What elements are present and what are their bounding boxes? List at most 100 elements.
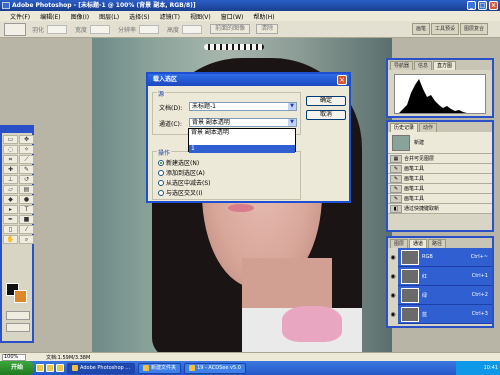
resolution-field[interactable] — [139, 24, 160, 34]
lasso-tool-icon[interactable]: ◌ — [3, 145, 18, 154]
tab-info[interactable]: 信息 — [414, 61, 433, 70]
tool-preset-picker[interactable] — [4, 22, 26, 36]
menu-edit[interactable]: 编辑(E) — [40, 12, 60, 21]
history-step[interactable]: ✎ 画笔工具 — [388, 164, 492, 174]
start-button[interactable]: 开始 — [0, 361, 34, 375]
pen-tool-icon[interactable]: ✒ — [3, 215, 18, 224]
clear-button[interactable]: 清除 — [256, 24, 279, 34]
crop-tool-icon[interactable]: ⌗ — [3, 155, 18, 164]
history-brush-icon[interactable]: ↺ — [19, 175, 34, 184]
zoom-field[interactable]: 100% — [2, 353, 26, 361]
minimize-button[interactable]: _ — [467, 1, 476, 10]
quick-launch-icon[interactable] — [36, 364, 44, 372]
tab-brushes[interactable]: 画笔 — [411, 23, 430, 35]
tab-channels[interactable]: 通道 — [409, 239, 428, 248]
history-snapshot[interactable]: 新建 — [388, 132, 492, 154]
blur-tool-icon[interactable]: ◆ — [3, 195, 18, 204]
menu-view[interactable]: 视图(V) — [190, 12, 211, 21]
radio-button[interactable] — [158, 169, 164, 176]
eye-icon[interactable]: ◉ — [388, 266, 398, 286]
tab-actions[interactable]: 动作 — [419, 123, 438, 132]
slice-tool-icon[interactable]: ⟋ — [19, 155, 34, 164]
document-select[interactable]: 未标题-1 ▼ — [189, 102, 297, 111]
screen-mode-toggle[interactable] — [6, 323, 30, 332]
tab-histogram[interactable]: 直方图 — [433, 61, 457, 70]
cancel-button[interactable]: 取消 — [306, 110, 346, 120]
radio-new-selection[interactable]: 新建选区(N) — [158, 158, 199, 167]
task-photoshop[interactable]: Adobe Photoshop ... — [67, 362, 136, 374]
task-acdsee[interactable]: 19 - ACDSee v5.0 — [184, 362, 246, 374]
chevron-down-icon[interactable]: ▼ — [288, 103, 296, 110]
channel-row-red[interactable]: ◉ 红 Ctrl+1 — [388, 266, 492, 286]
background-color-swatch[interactable] — [14, 290, 27, 303]
history-step[interactable]: ✎ 画笔工具 — [388, 174, 492, 184]
menu-image[interactable]: 图像(I) — [71, 12, 89, 21]
eraser-tool-icon[interactable]: ▱ — [3, 185, 18, 194]
history-step[interactable]: ✎ 画笔工具 — [388, 184, 492, 194]
zoom-tool-icon[interactable]: ⌕ — [19, 235, 34, 244]
radio-button-on[interactable] — [158, 159, 164, 166]
path-selection-icon[interactable]: ▸ — [3, 205, 18, 214]
quick-mask-toggle[interactable] — [6, 311, 30, 320]
eyedropper-tool-icon[interactable]: ⁄ — [19, 225, 34, 234]
channel-row-blue[interactable]: ◉ 蓝 Ctrl+3 — [388, 304, 492, 324]
move-tool-icon[interactable]: ✥ — [19, 135, 34, 144]
channel-option[interactable] — [189, 137, 295, 145]
hand-tool-icon[interactable]: ✋ — [3, 235, 18, 244]
radio-add-to-selection[interactable]: 添加到选区(A) — [158, 168, 205, 177]
shape-tool-icon[interactable]: ■ — [19, 215, 34, 224]
eye-icon[interactable]: ◉ — [388, 304, 398, 324]
channels-panel: 图层 通道 路径 ◉ RGB Ctrl+~ ◉ 红 Ctrl+1 ◉ 绿 Ctr… — [386, 236, 494, 328]
brush-tool-icon[interactable]: ✎ — [19, 165, 34, 174]
quick-launch-icon[interactable] — [56, 364, 64, 372]
channel-option-selected[interactable]: 1 — [189, 145, 295, 153]
front-image-button[interactable]: 前面的图像 — [210, 24, 251, 34]
menu-file[interactable]: 文件(F) — [10, 12, 30, 21]
feather-field[interactable] — [47, 24, 68, 34]
acdsee-icon — [189, 365, 196, 371]
marquee-tool-icon[interactable]: ▭ — [3, 135, 18, 144]
radio-intersect-selection[interactable]: 与选区交叉(I) — [158, 188, 202, 197]
menu-layer[interactable]: 图层(L) — [99, 12, 119, 21]
radio-subtract-from-selection[interactable]: 从选区中减去(S) — [158, 178, 211, 187]
tab-navigator[interactable]: 导航器 — [390, 61, 414, 70]
tab-paths[interactable]: 路径 — [428, 239, 447, 248]
maximize-button[interactable]: □ — [478, 1, 487, 10]
dialog-close-button[interactable]: × — [337, 75, 347, 85]
channel-select[interactable]: 背景 副本透明 ▼ — [189, 118, 297, 127]
type-tool-icon[interactable]: T — [19, 205, 34, 214]
clone-stamp-icon[interactable]: ⊥ — [3, 175, 18, 184]
photoshop-task-icon — [72, 365, 78, 371]
history-step[interactable]: ✎ 画笔工具 — [388, 194, 492, 204]
radio-button[interactable] — [158, 189, 164, 196]
radio-button[interactable] — [158, 179, 164, 186]
height-field[interactable] — [182, 24, 203, 34]
history-step[interactable]: ▦ 合并可见图层 — [388, 154, 492, 164]
menu-help[interactable]: 帮助(H) — [253, 12, 274, 21]
ok-button[interactable]: 确定 — [306, 96, 346, 106]
photo-lips — [228, 204, 254, 212]
tab-history[interactable]: 历史记录 — [390, 123, 419, 132]
task-new-folder[interactable]: 新建文件夹 — [138, 362, 182, 374]
close-window-button[interactable]: × — [489, 1, 498, 10]
width-field[interactable] — [90, 24, 111, 34]
tab-tool-presets[interactable]: 工具预设 — [430, 23, 459, 35]
notes-tool-icon[interactable]: ▯ — [3, 225, 18, 234]
dodge-tool-icon[interactable]: ● — [19, 195, 34, 204]
chevron-down-icon[interactable]: ▼ — [288, 119, 296, 126]
eye-icon[interactable]: ◉ — [388, 285, 398, 305]
gradient-tool-icon[interactable]: ▤ — [19, 185, 34, 194]
channel-row-green[interactable]: ◉ 绿 Ctrl+2 — [388, 285, 492, 305]
menu-filter[interactable]: 滤镜(T) — [160, 12, 180, 21]
healing-brush-icon[interactable]: ✚ — [3, 165, 18, 174]
history-step[interactable]: ◧ 通过快捷键取新 — [388, 204, 492, 214]
tab-layer-comps[interactable]: 图层复合 — [459, 23, 488, 35]
magic-wand-tool-icon[interactable]: ✧ — [19, 145, 34, 154]
channel-option[interactable]: 背景 副本透明 — [189, 129, 295, 137]
menu-window[interactable]: 窗口(W) — [221, 12, 244, 21]
quick-launch-icon[interactable] — [46, 364, 54, 372]
eye-icon[interactable]: ◉ — [388, 247, 398, 267]
channel-row-rgb[interactable]: ◉ RGB Ctrl+~ — [388, 247, 492, 267]
channel-thumbnail — [401, 306, 419, 322]
menu-select[interactable]: 选择(S) — [129, 12, 150, 21]
